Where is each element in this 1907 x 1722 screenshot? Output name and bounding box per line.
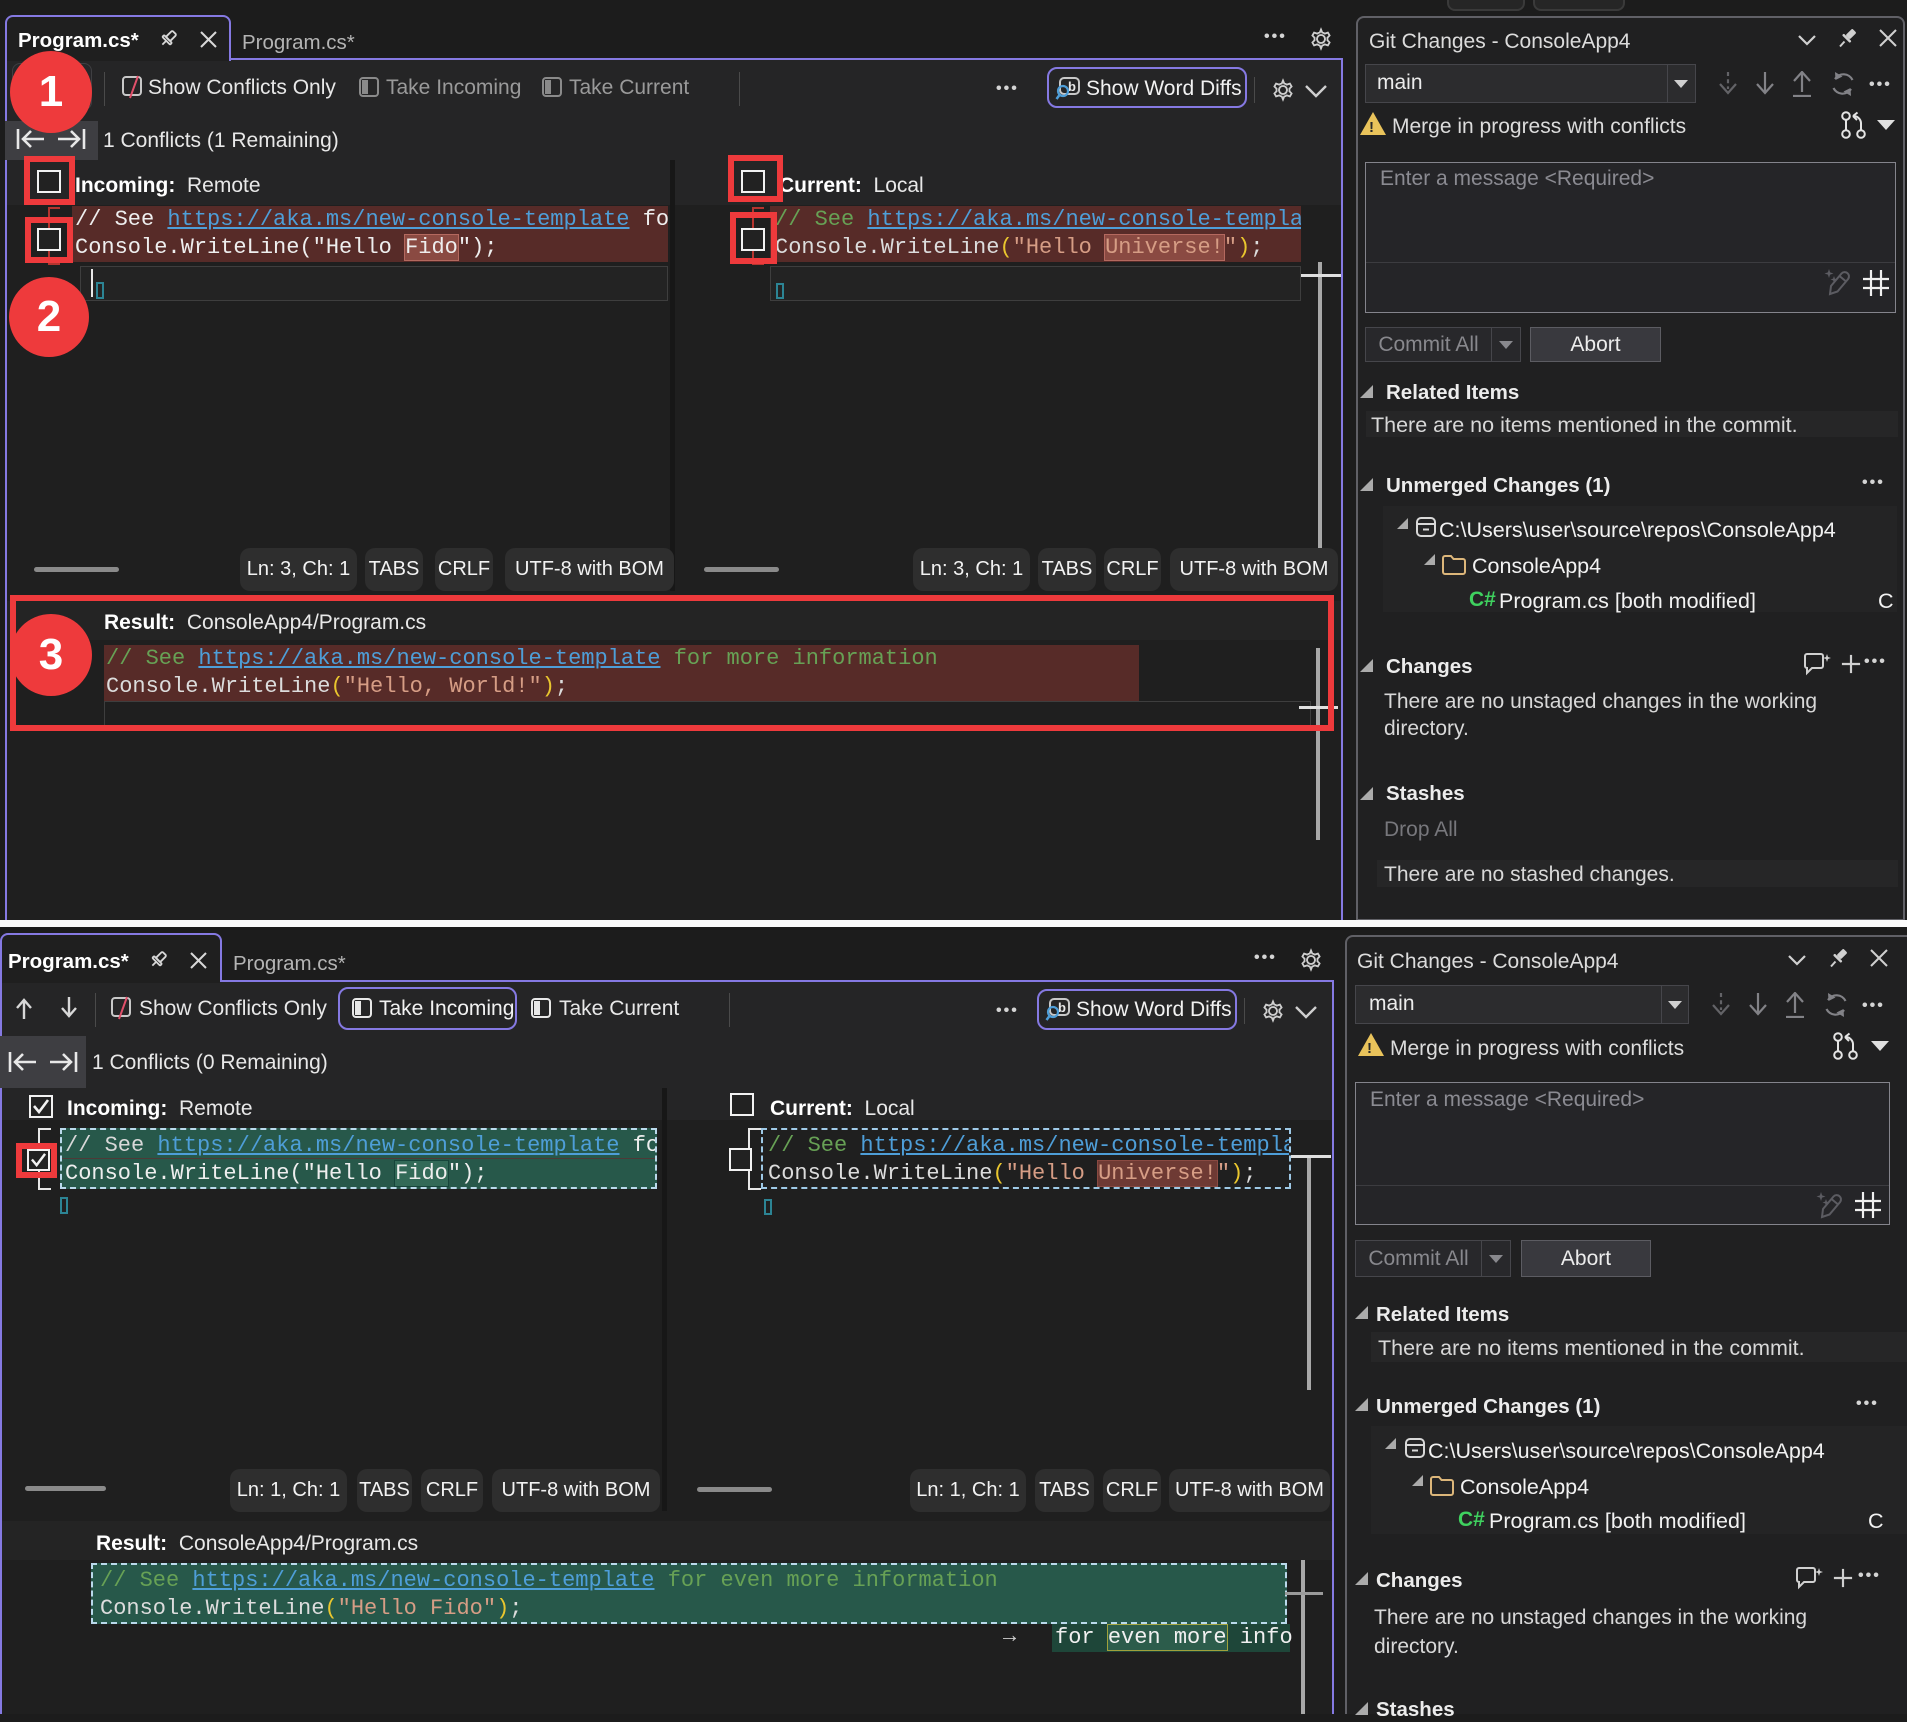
svg-text:b: b: [1068, 79, 1076, 94]
svg-text:b: b: [1058, 1000, 1066, 1015]
